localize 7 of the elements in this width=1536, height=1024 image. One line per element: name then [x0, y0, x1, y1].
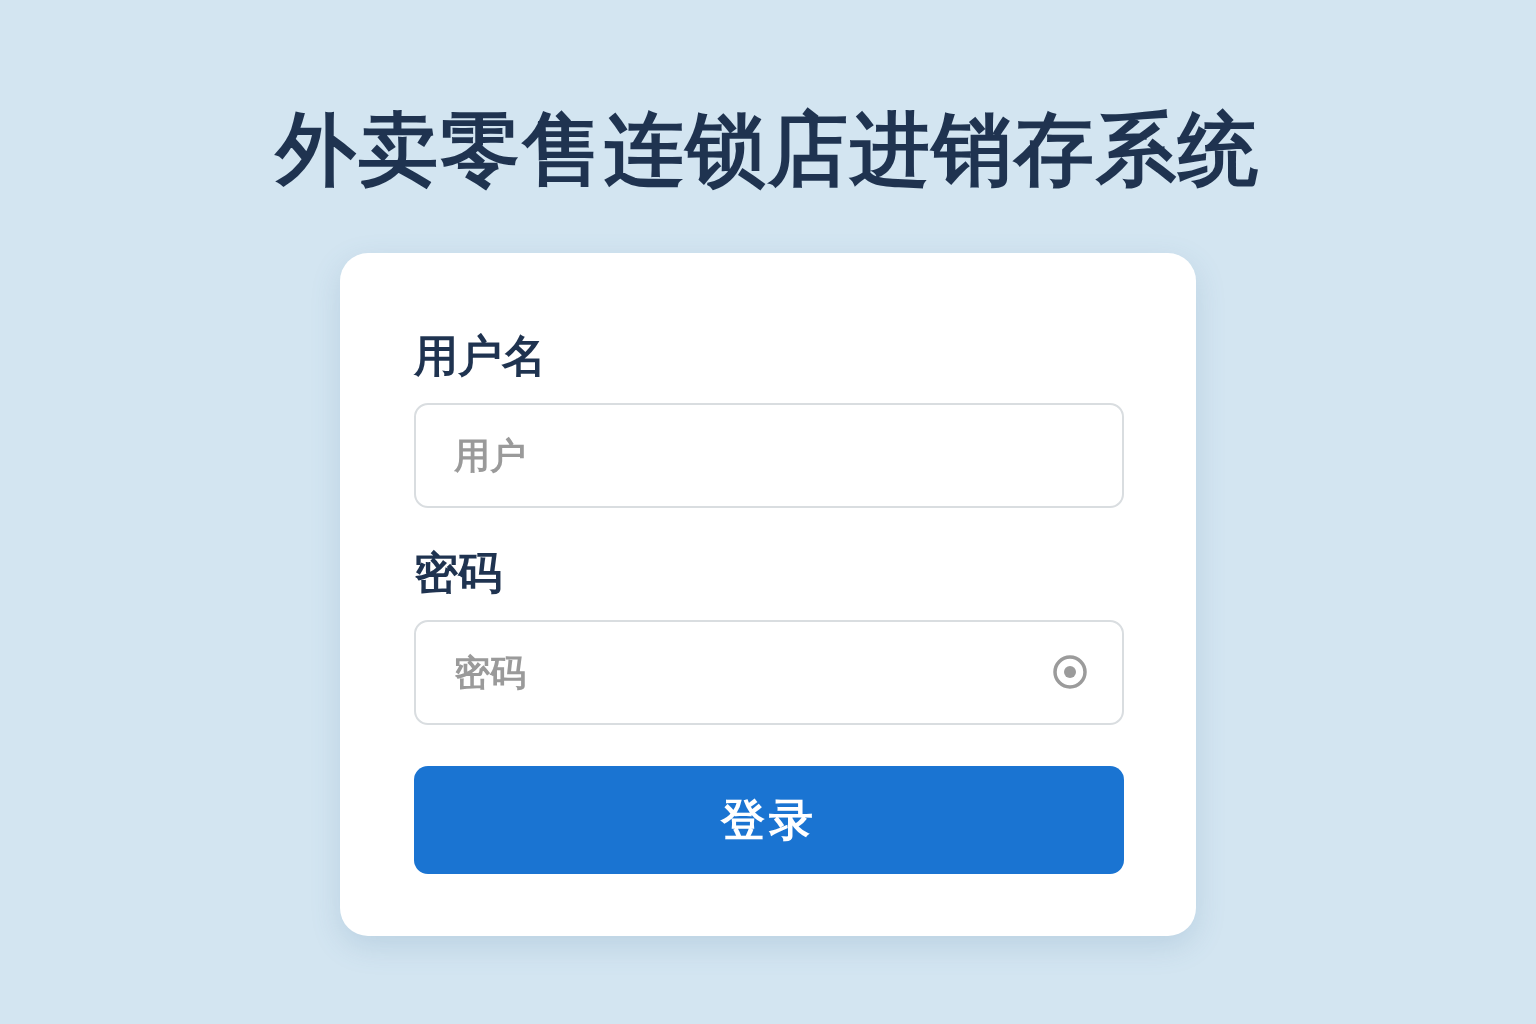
field-label: 用户名 [414, 329, 546, 383]
field-label: 密码 [414, 546, 502, 600]
username-field[interactable]: 用户 [414, 403, 1124, 508]
visibility-toggle-icon[interactable] [1052, 654, 1088, 690]
password-field[interactable]: 密码 [414, 620, 1124, 725]
page-title: 外卖零售连锁店进销存系统 [276, 102, 1260, 198]
login-button[interactable]: 登录 [414, 766, 1124, 874]
